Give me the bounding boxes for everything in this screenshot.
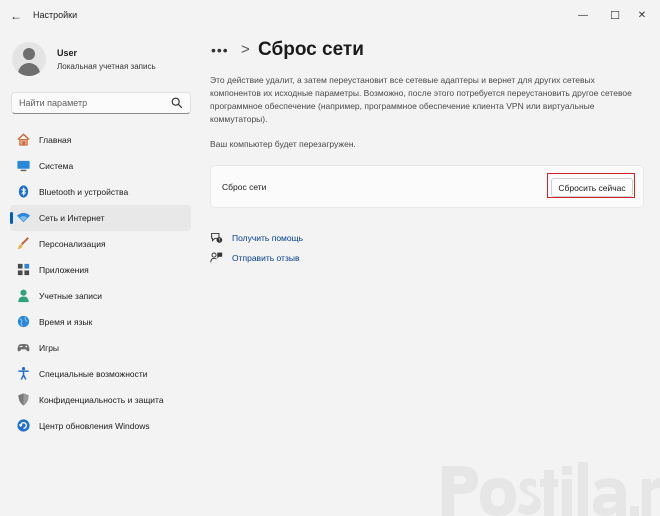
sidebar-item-time-language[interactable]: Время и язык bbox=[10, 309, 191, 335]
sidebar-item-network[interactable]: Сеть и Интернет bbox=[10, 205, 191, 231]
sidebar-item-apps[interactable]: Приложения bbox=[10, 257, 191, 283]
user-account-type: Локальная учетная запись bbox=[57, 61, 156, 71]
sidebar-item-label: Время и язык bbox=[39, 317, 93, 327]
user-profile[interactable]: User Локальная учетная запись bbox=[12, 42, 156, 76]
reset-description: Это действие удалит, а затем переустанов… bbox=[210, 75, 632, 124]
back-icon[interactable]: ← bbox=[10, 9, 22, 23]
network-icon bbox=[16, 212, 31, 223]
breadcrumb-more-button[interactable]: ••• bbox=[211, 42, 229, 58]
sidebar-item-privacy[interactable]: Конфиденциальность и защита bbox=[10, 387, 191, 413]
sidebar-item-label: Учетные записи bbox=[39, 291, 103, 301]
update-icon bbox=[17, 419, 30, 432]
sidebar-item-label: Приложения bbox=[39, 265, 89, 275]
page-title: Сброс сети bbox=[258, 39, 364, 60]
shield-icon bbox=[18, 393, 29, 406]
search-placeholder: Найти параметр bbox=[19, 98, 88, 108]
sidebar-item-system[interactable]: Система bbox=[10, 153, 191, 179]
maximize-icon[interactable]: ☐ bbox=[605, 6, 625, 24]
accessibility-icon bbox=[18, 367, 29, 380]
search-icon bbox=[171, 97, 183, 109]
sidebar-item-home[interactable]: Главная bbox=[10, 127, 191, 153]
breadcrumb-separator: > bbox=[241, 41, 250, 58]
get-help-link[interactable]: ? Получить помощь bbox=[210, 231, 303, 244]
bluetooth-icon bbox=[18, 185, 29, 198]
sidebar-nav: Главная Система Bluetooth и устройства С… bbox=[10, 127, 191, 439]
sidebar-item-gaming[interactable]: Игры bbox=[10, 335, 191, 361]
close-icon[interactable]: ✕ bbox=[632, 6, 652, 24]
sidebar-item-accounts[interactable]: Учетные записи bbox=[10, 283, 191, 309]
sidebar-item-label: Главная bbox=[39, 135, 72, 145]
help-icon: ? bbox=[211, 232, 223, 243]
sidebar-item-label: Bluetooth и устройства bbox=[39, 187, 129, 197]
sidebar-item-label: Игры bbox=[39, 343, 60, 353]
title-bar: ← Настройки — ☐ ✕ bbox=[0, 0, 660, 32]
sidebar-item-windows-update[interactable]: Центр обновления Windows bbox=[10, 413, 191, 439]
minimize-icon[interactable]: — bbox=[573, 6, 593, 24]
feedback-icon bbox=[210, 252, 223, 263]
sidebar-item-label: Система bbox=[39, 161, 74, 171]
send-feedback-label: Отправить отзыв bbox=[232, 252, 300, 263]
get-help-label: Получить помощь bbox=[232, 232, 304, 243]
user-name: User bbox=[57, 47, 78, 58]
system-icon bbox=[17, 160, 30, 172]
brush-icon bbox=[17, 237, 29, 250]
accounts-icon bbox=[18, 289, 29, 303]
home-icon bbox=[17, 133, 30, 146]
gamepad-icon bbox=[17, 343, 30, 352]
sidebar-item-bluetooth[interactable]: Bluetooth и устройства bbox=[10, 179, 191, 205]
network-reset-label: Сброс сети bbox=[222, 182, 267, 192]
sidebar-item-personalization[interactable]: Персонализация bbox=[10, 231, 191, 257]
highlight-frame bbox=[547, 173, 635, 198]
sidebar-item-label: Конфиденциальность и защита bbox=[39, 395, 164, 405]
globe-icon bbox=[17, 315, 30, 328]
search-input[interactable]: Найти параметр bbox=[11, 92, 191, 114]
sidebar-item-label: Сеть и Интернет bbox=[39, 213, 105, 223]
sidebar-item-label: Центр обновления Windows bbox=[39, 421, 150, 431]
postila-watermark bbox=[442, 462, 660, 516]
send-feedback-link[interactable]: Отправить отзыв bbox=[210, 251, 299, 264]
window-title: Настройки bbox=[33, 10, 78, 20]
sidebar-item-label: Специальные возможности bbox=[39, 369, 148, 379]
svg-text:?: ? bbox=[218, 238, 220, 243]
reboot-note: Ваш компьютер будет перезагружен. bbox=[210, 139, 356, 149]
sidebar-item-label: Персонализация bbox=[39, 239, 106, 249]
apps-icon bbox=[17, 263, 30, 276]
sidebar-item-accessibility[interactable]: Специальные возможности bbox=[10, 361, 191, 387]
avatar bbox=[12, 42, 46, 76]
